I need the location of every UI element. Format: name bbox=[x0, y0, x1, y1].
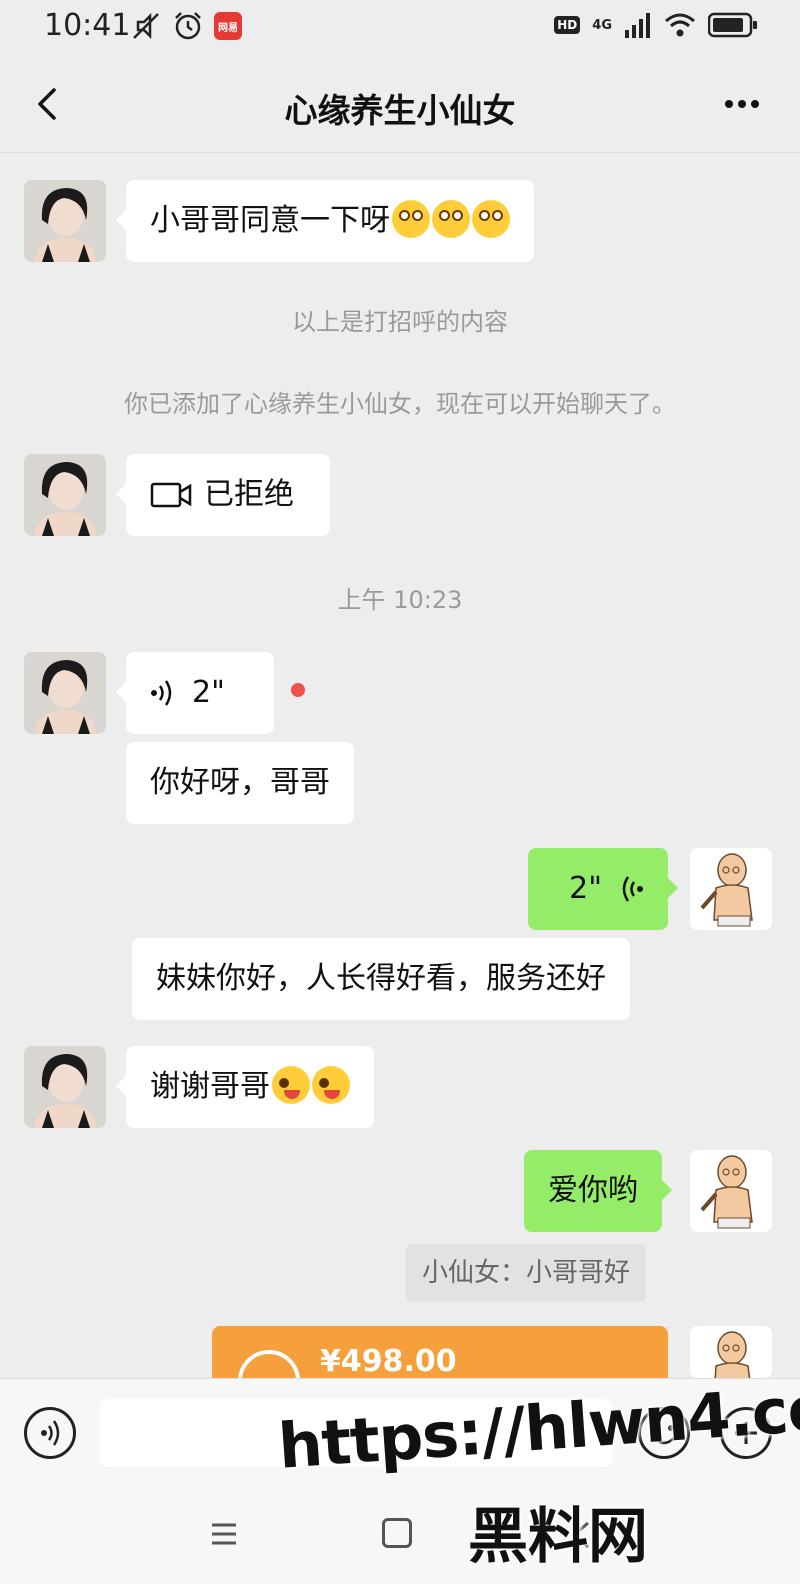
my-avatar[interactable] bbox=[690, 1326, 772, 1378]
flushed-emoji-icon bbox=[392, 200, 430, 238]
unread-dot bbox=[291, 683, 305, 697]
mute-icon bbox=[133, 12, 159, 40]
signal-icon bbox=[625, 13, 650, 38]
voice-message-bubble[interactable]: 2" bbox=[116, 652, 274, 734]
message-bubble[interactable]: 妹妹你好，人长得好看，服务还好 bbox=[132, 938, 630, 1020]
voice-duration: 2" bbox=[569, 871, 602, 906]
battery-icon bbox=[708, 12, 757, 38]
video-call-status: 已拒绝 bbox=[204, 477, 294, 512]
chat-header: 心缘养生小仙女 bbox=[0, 56, 800, 153]
timestamp: 上午 10:23 bbox=[337, 586, 463, 614]
chat-title: 心缘养生小仙女 bbox=[284, 91, 516, 130]
message-text: 谢谢哥哥 bbox=[150, 1069, 270, 1104]
wink-tongue-emoji-icon bbox=[312, 1066, 350, 1104]
voice-icon bbox=[41, 1420, 60, 1446]
contact-avatar[interactable] bbox=[24, 1046, 106, 1128]
message-text: 妹妹你好，人长得好看，服务还好 bbox=[156, 961, 606, 996]
contact-avatar[interactable] bbox=[24, 180, 106, 262]
video-camera-icon bbox=[150, 482, 192, 508]
contact-avatar[interactable] bbox=[24, 652, 106, 734]
status-time: 10:41 bbox=[44, 8, 131, 43]
my-avatar[interactable] bbox=[690, 848, 772, 930]
message-text: 你好呀，哥哥 bbox=[150, 765, 330, 800]
message-bubble[interactable]: 谢谢哥哥 bbox=[116, 1046, 374, 1128]
hd-icon: HD bbox=[554, 16, 581, 34]
watermark-name: 黑料网 bbox=[468, 1502, 648, 1572]
my-avatar[interactable] bbox=[690, 1150, 772, 1232]
voice-wave-icon bbox=[622, 876, 643, 902]
status-icons-left: 网易 bbox=[130, 10, 242, 42]
home-button[interactable] bbox=[382, 1518, 412, 1548]
message-text: 爱你哟 bbox=[548, 1173, 638, 1208]
system-nav-bar bbox=[0, 1488, 800, 1584]
more-options-icon[interactable] bbox=[724, 98, 760, 110]
transfer-amount: ¥498.00 bbox=[320, 1344, 457, 1379]
message-bubble[interactable]: 爱你哟 bbox=[524, 1150, 672, 1232]
recent-apps-icon[interactable] bbox=[210, 1522, 238, 1546]
contact-avatar[interactable] bbox=[24, 454, 106, 536]
wink-tongue-emoji-icon bbox=[272, 1066, 310, 1104]
flushed-emoji-icon bbox=[432, 200, 470, 238]
system-message: 你已添加了心缘养生小仙女，现在可以开始聊天了。 bbox=[124, 390, 676, 418]
news-app-icon: 网易 bbox=[214, 12, 242, 40]
network-label: 4G bbox=[592, 17, 612, 33]
wifi-icon bbox=[665, 13, 695, 37]
voice-wave-icon bbox=[151, 680, 172, 706]
voice-message-bubble[interactable]: 2" bbox=[528, 848, 678, 930]
message-bubble[interactable]: 小哥哥同意一下呀 bbox=[116, 180, 534, 262]
voice-input-button[interactable] bbox=[24, 1407, 76, 1459]
message-bubble[interactable]: 你好呀，哥哥 bbox=[126, 742, 354, 824]
flushed-emoji-icon bbox=[472, 200, 510, 238]
status-icons-right: HD 4G bbox=[554, 12, 758, 38]
video-call-bubble[interactable]: 已拒绝 bbox=[116, 454, 330, 536]
status-bar: 10:41 网易 HD 4G bbox=[0, 0, 800, 56]
system-message: 以上是打招呼的内容 bbox=[292, 308, 508, 336]
alarm-icon bbox=[175, 12, 201, 40]
message-text: 小哥哥同意一下呀 bbox=[150, 203, 390, 238]
quoted-message[interactable]: 小仙女：小哥哥好 bbox=[406, 1244, 647, 1302]
voice-duration: 2" bbox=[192, 675, 225, 710]
